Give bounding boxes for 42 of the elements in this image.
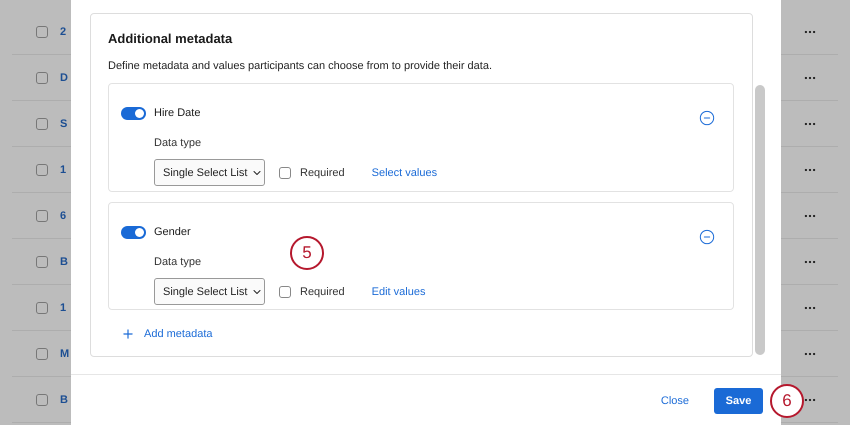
table-cell: 1 [60,164,66,176]
checkbox[interactable] [36,348,48,360]
field-label: Data type [154,256,202,268]
table-cell: S [60,118,68,130]
field-label: Data type [154,137,202,149]
checkbox[interactable] [36,210,48,222]
toggle-switch[interactable] [121,106,146,120]
remove-icon[interactable] [699,110,715,126]
data-type-dropdown[interactable]: Single Select List [154,159,265,186]
values-link[interactable]: Select values [372,166,438,178]
table-cell: 6 [60,210,66,222]
metadata-name: Gender [154,226,192,238]
toggle-switch[interactable] [121,226,146,238]
step-callout: 6 [770,384,804,418]
section-title: Additional metadata [108,31,234,46]
checkbox[interactable] [36,118,48,130]
table-cell: M [60,348,70,360]
remove-icon[interactable] [699,229,715,245]
table-cell: D [60,72,68,84]
checkbox[interactable] [279,286,291,298]
checkbox[interactable] [36,256,48,268]
scrollbar[interactable] [755,85,765,355]
checkbox[interactable] [36,394,48,406]
checkbox[interactable] [279,166,291,178]
checkbox-label: Required [300,166,345,178]
checkbox[interactable] [36,164,48,176]
checkbox-label: Required [300,286,345,298]
table-cell: B [60,394,68,406]
checkbox[interactable] [36,26,48,38]
close-button[interactable]: Close [654,394,695,408]
plus-icon [121,327,135,341]
metadata-name: Hire Date [154,107,202,119]
checkbox[interactable] [36,72,48,84]
checkbox[interactable] [36,302,48,314]
data-type-dropdown[interactable]: Single Select List [154,278,265,305]
table-cell: 2 [60,26,66,38]
table-cell: B [60,256,68,268]
add-metadata-button[interactable]: Add metadata [108,327,212,341]
save-button[interactable]: Save [714,388,763,414]
table-cell: 1 [60,302,66,314]
values-link[interactable]: Edit values [372,286,426,298]
section-description: Define metadata and values participants can choose from to provide their data. [108,60,494,72]
